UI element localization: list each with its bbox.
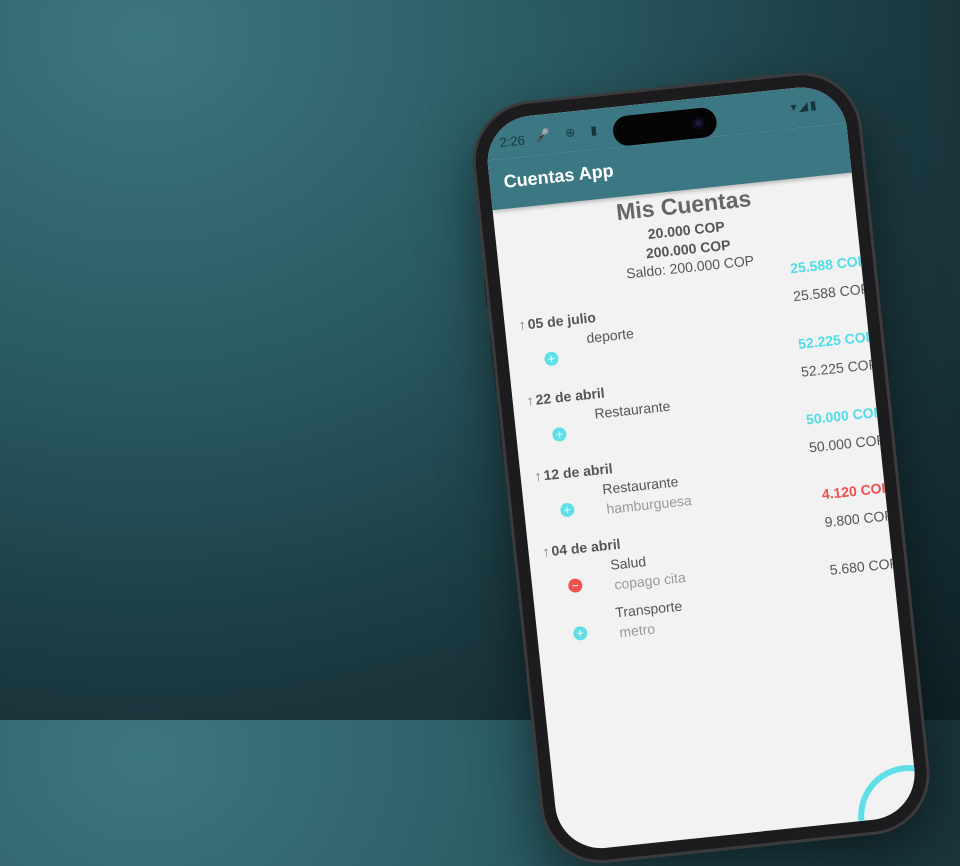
arrow-up-icon: ↑ bbox=[517, 316, 527, 334]
transaction-category: Salud bbox=[609, 553, 647, 573]
transaction-category: Transporte bbox=[614, 597, 683, 621]
arrow-up-icon: ↑ bbox=[525, 391, 535, 409]
floating-action-button[interactable] bbox=[853, 759, 920, 853]
status-notification-icons: 🎤 ⊕ ▮ bbox=[534, 122, 604, 144]
wifi-signal-battery-icon: ▾◢▮ bbox=[789, 97, 820, 115]
phone-device: 2:26 🎤 ⊕ ▮ ▾◢▮ Cuentas App Mis Cuentas 2… bbox=[470, 69, 933, 866]
phone-screen: 2:26 🎤 ⊕ ▮ ▾◢▮ Cuentas App Mis Cuentas 2… bbox=[483, 82, 920, 853]
group-date-label: 05 de julio bbox=[526, 309, 597, 333]
plus-icon: + bbox=[572, 625, 589, 642]
accounts-content[interactable]: Mis Cuentas 20.000 COP 200.000 COP Saldo… bbox=[493, 172, 920, 853]
group-amount: 9.800 COP bbox=[823, 506, 895, 531]
arrow-up-icon: ↑ bbox=[533, 467, 543, 485]
transaction-category: deporte bbox=[585, 325, 635, 347]
group-amount: 50.000 COP bbox=[808, 431, 887, 456]
transaction-category: Restaurante bbox=[593, 397, 672, 422]
group-amount: 52.225 COP bbox=[800, 355, 879, 380]
arrow-up-icon: ↑ bbox=[541, 543, 551, 560]
app-title: Cuentas App bbox=[502, 160, 615, 192]
camera-icon bbox=[692, 116, 706, 130]
group-date-label: 22 de abril bbox=[534, 384, 606, 408]
transaction-note: metro bbox=[618, 620, 656, 641]
status-time: 2:26 bbox=[498, 132, 526, 151]
group-date-label: 04 de abril bbox=[550, 535, 622, 559]
group-date-label: 12 de abril bbox=[542, 460, 614, 484]
group-amount: 25.588 COP bbox=[792, 280, 871, 305]
